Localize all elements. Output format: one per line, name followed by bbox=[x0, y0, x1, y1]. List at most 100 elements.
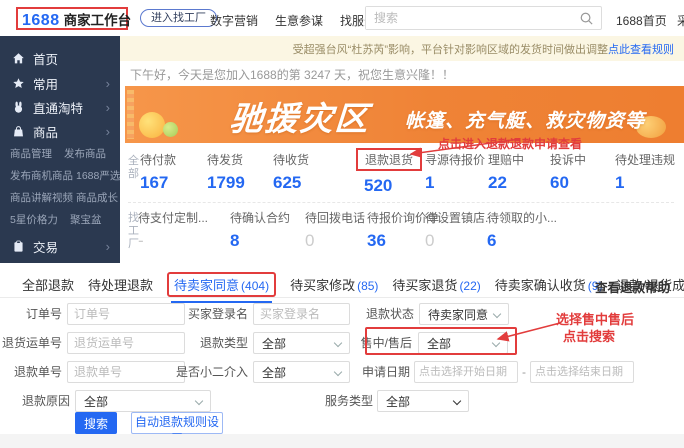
chevron-down-icon bbox=[453, 397, 461, 405]
order-no-input[interactable] bbox=[67, 303, 185, 325]
footer-strip bbox=[0, 434, 684, 448]
enter-factory-button[interactable]: 进入找工厂 bbox=[140, 9, 217, 27]
link-1688-home[interactable]: 1688首页 bbox=[616, 12, 667, 29]
return-waybill-input[interactable] bbox=[67, 332, 185, 354]
date-start-input[interactable] bbox=[414, 361, 518, 383]
apply-date-label: 申请日期 bbox=[348, 361, 410, 383]
link-clipped[interactable]: 采 bbox=[677, 12, 684, 29]
tab-count: (404) bbox=[241, 279, 269, 293]
buyer-name-label: 买家登录名 bbox=[185, 303, 248, 325]
tab-all-refunds[interactable]: 全部退款 bbox=[22, 275, 74, 294]
notice-text: 受超强台风“杜苏芮”影响，平台针对影响区域的发货时间做出调整 bbox=[293, 41, 608, 57]
merchant-workbench-page: 1688 商家工作台 进入找工厂 数字营销 生意参谋 找服务 1688首页 采 … bbox=[0, 0, 684, 448]
date-end-input[interactable] bbox=[530, 361, 634, 383]
tab-pending-refunds[interactable]: 待处理退款 bbox=[88, 275, 153, 294]
refund-status-label: 退款状态 bbox=[350, 303, 414, 325]
submenu-item[interactable]: 发布商品 bbox=[64, 146, 106, 161]
chevron-right-icon: › bbox=[106, 100, 110, 115]
refund-search-form: 订单号 买家登录名 退款状态 待卖家同意 退货运单号 退款类型 全部 售中/售后… bbox=[0, 296, 684, 448]
chevron-right-icon: › bbox=[106, 239, 110, 254]
service-type-select[interactable]: 全部 bbox=[377, 390, 469, 412]
submenu-item[interactable]: 商品管理 bbox=[10, 146, 52, 161]
search-button[interactable]: 搜索 bbox=[75, 412, 117, 434]
refund-reason-select[interactable]: 全部 bbox=[75, 390, 211, 412]
sidebar-item-goods[interactable]: 商品 › bbox=[12, 121, 116, 141]
search-input[interactable] bbox=[366, 7, 576, 29]
taote-rabbit-icon bbox=[12, 101, 25, 114]
sidebar-goods-submenu: 商品管理 发布商品 发布商机商品 1688严选 商品讲解视频 商品成长 5星价格… bbox=[0, 144, 120, 232]
refund-reason-label: 退款原因 bbox=[8, 390, 70, 412]
stat-shop-setting: 待设置镇店... 0 bbox=[425, 209, 495, 251]
trade-clipboard-icon bbox=[12, 240, 25, 253]
refund-tabs: 全部退款 待处理退款 待卖家同意(404) 待买家修改(85) 待买家退货(22… bbox=[0, 272, 684, 298]
sidebar-item-taote[interactable]: 直通淘特 › bbox=[12, 97, 116, 117]
sale-stage-label: 售中/售后 bbox=[350, 332, 412, 354]
typhoon-notice-bar: 受超强台风“杜苏芮”影响，平台针对影响区域的发货时间做出调整点此查看规则 bbox=[120, 36, 684, 61]
sidebar-item-label: 常用 bbox=[33, 74, 58, 93]
tab-awaiting-seller-agree[interactable]: 待卖家同意(404) bbox=[167, 272, 276, 297]
sidebar-item-trade[interactable]: 交易 › bbox=[12, 236, 116, 256]
date-separator: - bbox=[522, 361, 526, 383]
refund-no-label: 退款单号 bbox=[0, 361, 62, 383]
stat-confirm-contract: 待确认合约 8 bbox=[230, 209, 290, 251]
banner-decor-ladder bbox=[127, 90, 134, 139]
banner-title: 驰援灾区 bbox=[228, 92, 371, 140]
tab-count: (22) bbox=[459, 279, 480, 293]
order-no-label: 订单号 bbox=[0, 303, 62, 325]
banner-subtitle: 帐篷、充气艇、救灾物资等 bbox=[405, 106, 645, 133]
sidebar-item-home[interactable]: 首页 bbox=[12, 48, 116, 68]
annotation-arrow bbox=[398, 131, 526, 161]
xiaoer-label: 是否小二介入 bbox=[175, 361, 248, 383]
refund-help-link[interactable]: 查看退款帮助 bbox=[595, 277, 670, 296]
logo-1688: 1688 bbox=[22, 12, 60, 30]
banner-decor-fruit bbox=[139, 112, 165, 138]
sidebar-item-favorites[interactable]: 常用 › bbox=[12, 73, 116, 93]
chevron-down-icon bbox=[334, 339, 342, 347]
chevron-down-icon bbox=[493, 310, 501, 318]
buyer-name-input[interactable] bbox=[253, 303, 350, 325]
nav-digital-marketing[interactable]: 数字营销 bbox=[210, 12, 258, 29]
refund-type-select[interactable]: 全部 bbox=[253, 332, 350, 354]
chevron-right-icon: › bbox=[106, 76, 110, 91]
auto-refund-rule-button[interactable]: 自动退款规则设置 bbox=[131, 412, 223, 434]
star-icon bbox=[12, 77, 25, 90]
tab-awaiting-seller-confirm[interactable]: 待卖家确认收货(9) bbox=[495, 275, 603, 294]
logo-title: 商家工作台 bbox=[64, 9, 132, 29]
submenu-item[interactable]: 聚宝盆 bbox=[70, 212, 102, 227]
sidebar-item-label: 首页 bbox=[33, 49, 58, 68]
search-box bbox=[365, 6, 602, 30]
tab-count: (85) bbox=[357, 279, 378, 293]
chevron-down-icon bbox=[334, 368, 342, 376]
goods-bag-icon bbox=[12, 125, 25, 138]
submenu-item[interactable]: 商品讲解视频 bbox=[10, 190, 73, 205]
header: 1688 商家工作台 进入找工厂 数字营销 生意参谋 找服务 1688首页 采 bbox=[0, 0, 684, 36]
banner-decor-fruit bbox=[163, 122, 178, 137]
stat-custom-payment: 待支付定制... - bbox=[138, 209, 208, 251]
sidebar-item-label: 商品 bbox=[33, 122, 58, 141]
submenu-item[interactable]: 5星价格力 bbox=[10, 212, 58, 227]
tab-awaiting-buyer-modify[interactable]: 待买家修改(85) bbox=[290, 275, 378, 294]
stat-callback: 待回拨电话 0 bbox=[305, 209, 365, 251]
submenu-item[interactable]: 发布商机商品 bbox=[10, 168, 73, 183]
stats-divider bbox=[128, 202, 674, 203]
notice-rules-link[interactable]: 点此查看规则 bbox=[608, 41, 674, 57]
stat-pending-payment: 待付款 167 bbox=[140, 151, 176, 193]
logo[interactable]: 1688 商家工作台 bbox=[22, 9, 131, 30]
sidebar-item-label: 直通淘特 bbox=[33, 98, 83, 117]
search-icon[interactable] bbox=[579, 11, 594, 26]
xiaoer-select[interactable]: 全部 bbox=[253, 361, 350, 383]
submenu-item[interactable]: 商品成长 bbox=[76, 190, 118, 205]
header-nav: 数字营销 生意参谋 找服务 bbox=[210, 12, 376, 29]
stats-group-all: 全部 bbox=[127, 155, 140, 181]
chevron-right-icon: › bbox=[106, 124, 110, 139]
chevron-down-icon bbox=[195, 397, 203, 405]
return-waybill-label: 退货运单号 bbox=[0, 332, 62, 354]
sidebar: 首页 常用 › 直通淘特 › 商品 › 商品管理 发布商品 发布商机商品 168… bbox=[0, 36, 120, 263]
stat-pending-shipment: 待发货 1799 bbox=[207, 151, 245, 193]
nav-business-advisor[interactable]: 生意参谋 bbox=[275, 12, 323, 29]
submenu-item[interactable]: 1688严选 bbox=[76, 168, 120, 183]
tab-awaiting-buyer-return[interactable]: 待买家退货(22) bbox=[392, 275, 480, 294]
annotation-arrow bbox=[488, 318, 570, 346]
refund-type-label: 退款类型 bbox=[185, 332, 248, 354]
refund-no-input[interactable] bbox=[67, 361, 185, 383]
